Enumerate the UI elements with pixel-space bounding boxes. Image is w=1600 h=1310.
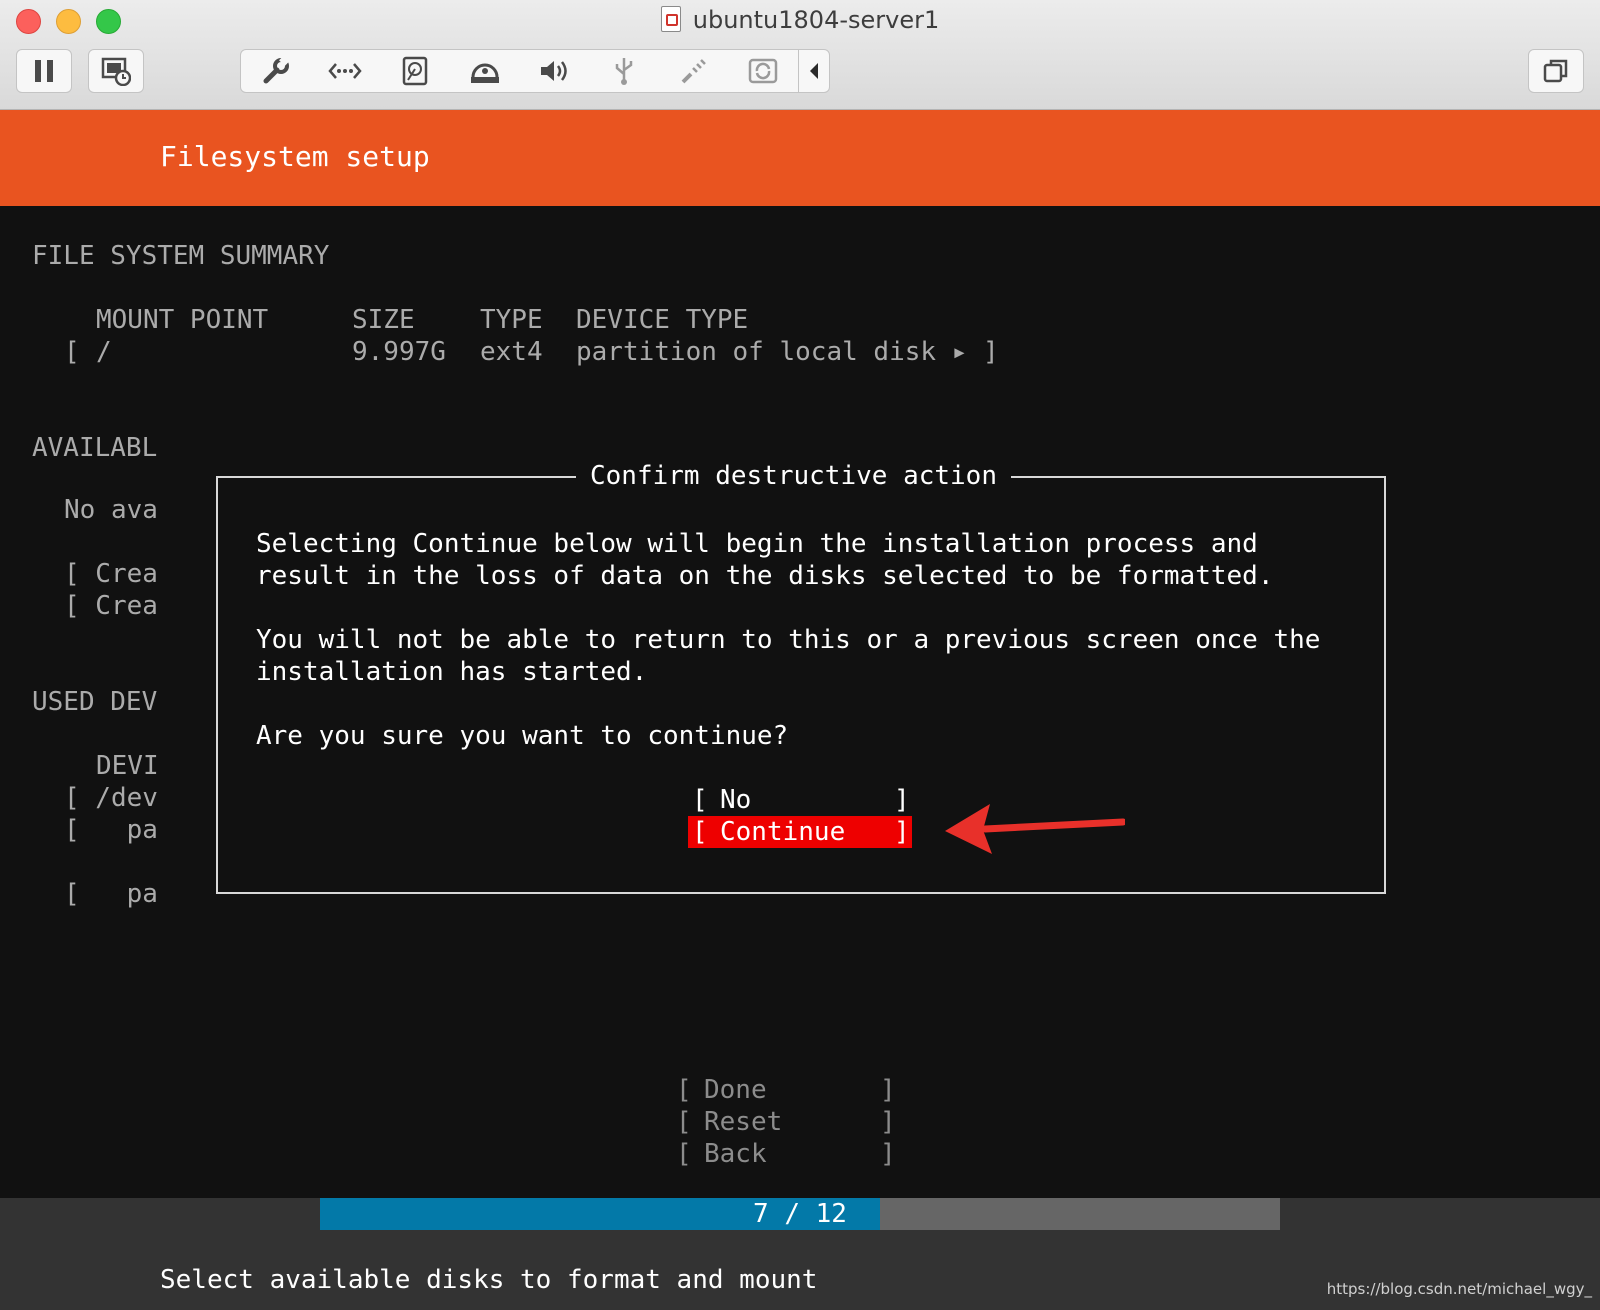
available-heading: AVAILABL bbox=[32, 433, 158, 463]
no-button-open-bracket: [ bbox=[692, 785, 708, 815]
continue-button-open-bracket: [ bbox=[692, 817, 708, 847]
progress-bar: 7 / 12 bbox=[320, 1198, 1280, 1230]
sound-icon bbox=[541, 61, 568, 81]
annotation-arrow-icon bbox=[945, 804, 1125, 854]
used-partition-row-1[interactable]: [ pa bbox=[64, 814, 158, 846]
network-icon bbox=[328, 63, 363, 79]
back-button-label: Back bbox=[704, 1139, 767, 1169]
collapse-arrow-icon bbox=[810, 63, 819, 79]
no-button-close-bracket: ] bbox=[894, 785, 910, 815]
no-available-text: No ava bbox=[64, 495, 158, 525]
optical-disk-button[interactable] bbox=[450, 50, 520, 92]
settings-wrench-icon bbox=[263, 57, 289, 84]
hard-disk-button[interactable] bbox=[380, 50, 450, 92]
dialog-title: Confirm destructive action bbox=[576, 460, 1011, 492]
create-option-2[interactable]: [ Crea bbox=[64, 590, 158, 622]
sound-button[interactable] bbox=[520, 50, 590, 92]
back-button-close-bracket: ] bbox=[880, 1139, 896, 1169]
watermark: https://blog.csdn.net/michael_wgy_ bbox=[1326, 1280, 1592, 1298]
window-restore-icon bbox=[1543, 59, 1568, 83]
vm-file-icon bbox=[660, 6, 681, 32]
page-title: Filesystem setup bbox=[160, 140, 430, 173]
installer-header: Filesystem setup bbox=[0, 110, 1600, 206]
column-device-type: DEVICE TYPE bbox=[576, 305, 749, 335]
dialog-text-line-4: installation has started. bbox=[256, 657, 648, 687]
summary-row-mount: / bbox=[96, 337, 112, 367]
snapshot-button[interactable] bbox=[88, 49, 144, 93]
summary-row-open[interactable]: [ bbox=[64, 336, 80, 368]
create-option-1[interactable]: [ Crea bbox=[64, 558, 158, 590]
dialog-text-line-3: You will not be able to return to this o… bbox=[256, 625, 1321, 655]
pause-icon bbox=[35, 60, 53, 82]
used-devices-heading: USED DEV bbox=[32, 687, 158, 717]
pause-button[interactable] bbox=[16, 49, 72, 93]
done-button-close-bracket: ] bbox=[880, 1075, 896, 1105]
optical-disk-icon bbox=[470, 63, 499, 83]
progress-label: 7 / 12 bbox=[753, 1199, 847, 1229]
done-button-label: Done bbox=[704, 1075, 767, 1105]
no-button-label: No bbox=[720, 785, 752, 815]
serial-port-button[interactable] bbox=[659, 50, 729, 92]
shared-folder-button[interactable] bbox=[728, 50, 798, 92]
column-mount-point: MOUNT POINT bbox=[96, 305, 269, 335]
status-text: Select available disks to format and mou… bbox=[160, 1265, 818, 1295]
done-button[interactable]: [ Done ] bbox=[676, 1074, 898, 1106]
used-device-column: DEVI bbox=[96, 751, 159, 781]
usb-icon bbox=[615, 58, 633, 85]
reset-button-close-bracket: ] bbox=[880, 1107, 896, 1137]
back-button-open-bracket: [ bbox=[676, 1139, 692, 1169]
reset-button-label: Reset bbox=[704, 1107, 783, 1137]
column-size: SIZE bbox=[352, 305, 415, 335]
shared-folder-icon bbox=[749, 58, 778, 84]
reset-button[interactable]: [ Reset ] bbox=[676, 1106, 898, 1138]
usb-button[interactable] bbox=[589, 50, 659, 92]
settings-button[interactable] bbox=[241, 50, 311, 92]
summary-row-type: ext4 bbox=[480, 337, 543, 367]
summary-heading: FILE SYSTEM SUMMARY bbox=[32, 241, 330, 271]
done-button-open-bracket: [ bbox=[676, 1075, 692, 1105]
summary-row-device: partition of local disk ▸ ] bbox=[576, 337, 999, 367]
used-device-row[interactable]: [ /dev bbox=[64, 782, 158, 814]
window-titlebar: ubuntu1804-server1 bbox=[0, 0, 1600, 110]
back-button[interactable]: [ Back ] bbox=[676, 1138, 898, 1170]
summary-row-size: 9.997G bbox=[352, 337, 446, 367]
used-partition-row-2[interactable]: [ pa bbox=[64, 878, 158, 910]
column-type: TYPE bbox=[480, 305, 543, 335]
continue-button-label: Continue bbox=[720, 817, 846, 847]
dialog-text-line-1: Selecting Continue below will begin the … bbox=[256, 529, 1258, 559]
window-restore-button[interactable] bbox=[1528, 49, 1584, 93]
window-title-text: ubuntu1804-server1 bbox=[692, 6, 940, 34]
no-button[interactable]: [ No ] bbox=[688, 784, 910, 816]
serial-port-icon bbox=[681, 59, 706, 84]
continue-button[interactable]: [ Continue ] bbox=[688, 816, 912, 848]
dialog-text-line-2: result in the loss of data on the disks … bbox=[256, 561, 1274, 591]
hard-disk-icon bbox=[402, 56, 428, 86]
continue-button-close-bracket: ] bbox=[894, 817, 910, 847]
device-toolbar bbox=[240, 49, 830, 93]
dialog-question: Are you sure you want to continue? bbox=[256, 721, 789, 751]
window-title: ubuntu1804-server1 bbox=[0, 6, 1600, 34]
snapshot-icon bbox=[101, 57, 131, 86]
reset-button-open-bracket: [ bbox=[676, 1107, 692, 1137]
collapse-toolbar-button[interactable] bbox=[798, 50, 829, 92]
network-button[interactable] bbox=[311, 50, 381, 92]
